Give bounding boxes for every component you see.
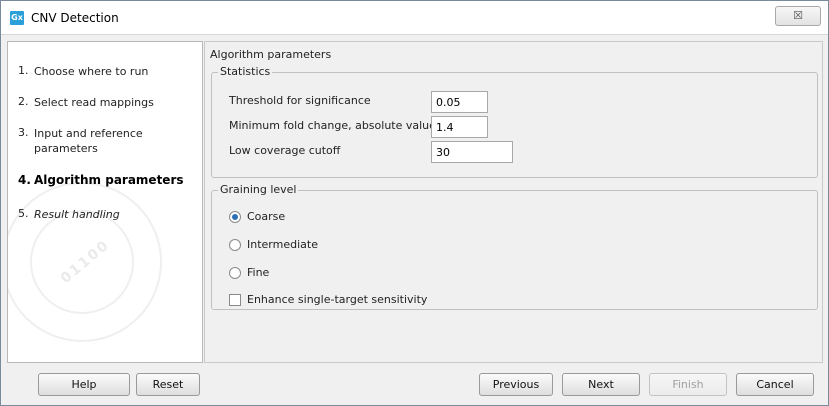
intermediate-radio[interactable]	[229, 239, 241, 251]
step-label: Algorithm parameters	[34, 173, 184, 187]
title-bar: Gx CNV Detection ☒	[1, 1, 828, 35]
graining-level-group: Graining level Coarse Intermediate Fine …	[211, 183, 818, 310]
low-coverage-input[interactable]	[431, 141, 513, 163]
intermediate-label: Intermediate	[247, 238, 318, 251]
fold-change-label: Minimum fold change, absolute value	[229, 119, 436, 132]
step-label: Select read mappings	[34, 96, 154, 109]
app-logo-icon: Gx	[10, 11, 24, 25]
step-number: 1.	[18, 64, 29, 77]
threshold-input[interactable]	[431, 91, 488, 113]
button-bar: Help Reset Previous Next Finish Cancel	[1, 365, 828, 405]
fine-label: Fine	[247, 266, 270, 279]
statistics-group: Statistics Threshold for significance Mi…	[211, 65, 818, 178]
close-button[interactable]: ☒	[775, 6, 821, 26]
panel-title: Algorithm parameters	[210, 48, 332, 61]
step-input-and-reference-parameters: 3. Input and reference parameters	[18, 126, 154, 156]
help-button[interactable]: Help	[38, 373, 130, 396]
finish-button[interactable]: Finish	[649, 373, 727, 396]
algorithm-parameters-panel: Algorithm parameters Statistics Threshol…	[204, 41, 823, 363]
step-label: Input and reference parameters	[34, 127, 143, 155]
previous-button[interactable]: Previous	[479, 373, 553, 396]
enhance-sensitivity-checkbox[interactable]	[229, 294, 241, 306]
step-algorithm-parameters: 4. Algorithm parameters	[18, 173, 194, 188]
window-title: CNV Detection	[31, 11, 119, 25]
coarse-label: Coarse	[247, 210, 286, 223]
reset-button[interactable]: Reset	[136, 373, 200, 396]
cnv-detection-dialog: Gx CNV Detection ☒ 01100 1. Choose where …	[0, 0, 829, 406]
step-number: 4.	[18, 173, 31, 187]
next-button[interactable]: Next	[562, 373, 640, 396]
step-number: 5.	[18, 207, 29, 220]
step-choose-where-to-run: 1. Choose where to run	[18, 64, 194, 79]
step-label: Result handling	[34, 208, 120, 221]
threshold-label: Threshold for significance	[229, 94, 371, 107]
fold-change-input[interactable]	[431, 116, 488, 138]
wizard-steps-panel: 01100 1. Choose where to run 2. Select rea…	[7, 41, 203, 363]
fine-radio[interactable]	[229, 267, 241, 279]
step-label: Choose where to run	[34, 65, 149, 78]
low-coverage-label: Low coverage cutoff	[229, 144, 341, 157]
step-number: 2.	[18, 95, 29, 108]
step-number: 3.	[18, 126, 29, 139]
step-select-read-mappings: 2. Select read mappings	[18, 95, 194, 110]
coarse-radio[interactable]	[229, 211, 241, 223]
close-icon: ☒	[793, 9, 803, 22]
step-result-handling: 5. Result handling	[18, 207, 194, 222]
graining-legend: Graining level	[218, 183, 299, 196]
statistics-legend: Statistics	[218, 65, 273, 78]
cancel-button[interactable]: Cancel	[736, 373, 814, 396]
enhance-sensitivity-label: Enhance single-target sensitivity	[247, 293, 428, 306]
